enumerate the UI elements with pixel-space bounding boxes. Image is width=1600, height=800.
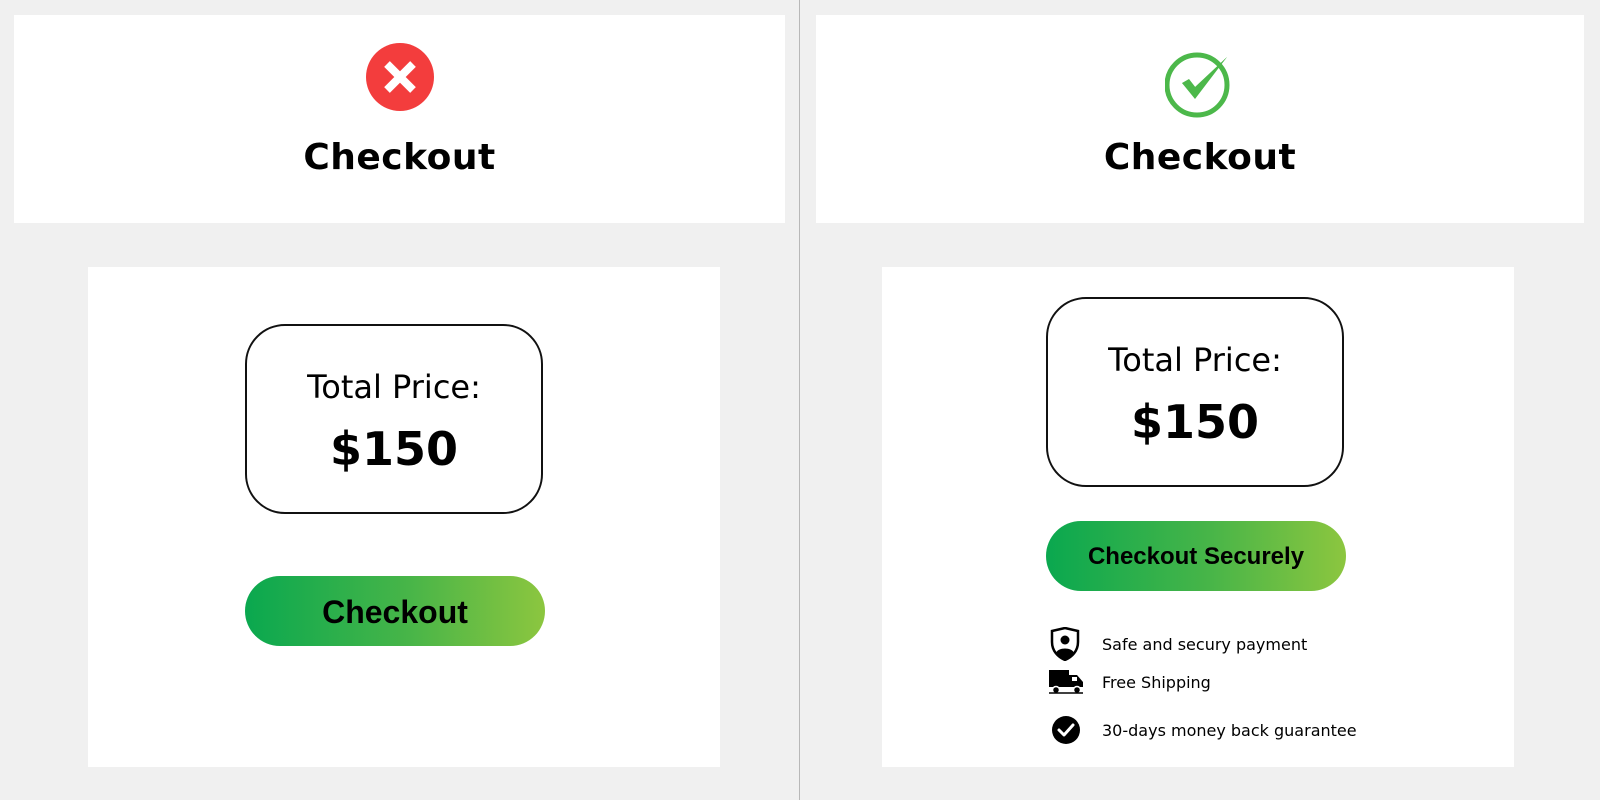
feature-text: 30-days money back guarantee (1102, 721, 1357, 740)
left-page-title: Checkout (303, 137, 496, 178)
total-price-label: Total Price: (1108, 341, 1282, 379)
right-header-card: Checkout (816, 15, 1584, 223)
left-checkout-card: Total Price: $150 Checkout (88, 267, 720, 767)
feature-item-money-back: 30-days money back guarantee (1046, 713, 1406, 747)
total-price-box: Total Price: $150 (245, 324, 543, 514)
total-price-value: $150 (1130, 395, 1260, 449)
left-header-card: Checkout (14, 15, 785, 223)
shield-user-icon (1050, 627, 1080, 661)
right-page-title: Checkout (1103, 137, 1297, 178)
right-checkout-card: Total Price: $150 Checkout Securely Safe… (882, 267, 1514, 767)
check-badge-icon (1052, 716, 1080, 744)
total-price-value: $150 (329, 422, 459, 476)
truck-icon (1049, 670, 1083, 695)
feature-text: Safe and secury payment (1102, 635, 1308, 654)
feature-item-free-shipping: Free Shipping (1046, 665, 1406, 699)
check-circle-icon (1165, 52, 1230, 118)
x-circle-icon (365, 43, 434, 111)
checkout-button-label: Checkout (322, 594, 468, 630)
total-price-box: Total Price: $150 (1046, 297, 1344, 487)
total-price-label: Total Price: (307, 368, 481, 406)
checkout-securely-button-label: Checkout Securely (1087, 543, 1305, 570)
checkout-securely-button[interactable]: Checkout Securely (1046, 521, 1346, 591)
feature-item-secure-payment: Safe and secury payment (1046, 627, 1406, 661)
checkout-button[interactable]: Checkout (245, 576, 545, 646)
feature-text: Free Shipping (1102, 673, 1211, 692)
panel-divider (799, 0, 800, 800)
